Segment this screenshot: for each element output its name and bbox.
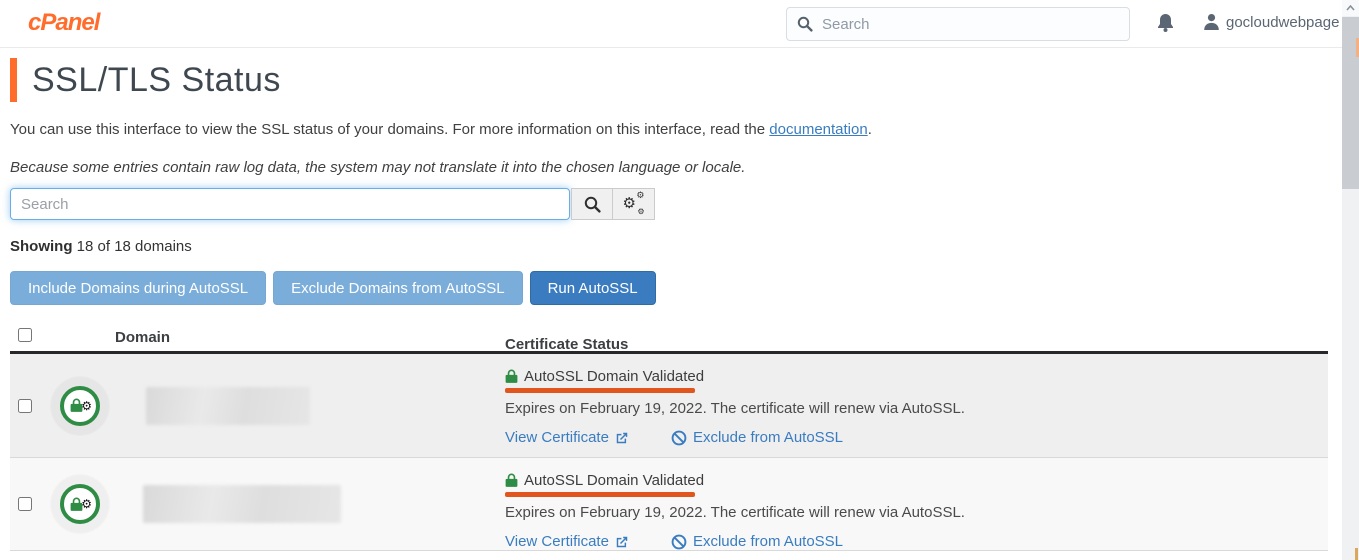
expiry-text: Expires on February 19, 2022. The certif… [505, 504, 965, 521]
exclude-from-autossl-link[interactable]: Exclude from AutoSSL [671, 429, 843, 446]
lock-icon [505, 369, 518, 383]
page-title: SSL/TLS Status [32, 60, 281, 99]
title-accent-bar [10, 58, 17, 102]
domain-filter-group: ⚙⚙⚙ [10, 188, 655, 220]
top-navbar: cPanel gocloudwebpage [0, 0, 1358, 48]
exclude-from-autossl-label: Exclude from AutoSSL [692, 429, 844, 446]
gears-icon: ⚙ ⚙ ⚙ [622, 191, 645, 216]
user-menu[interactable]: gocloudwebpage [1203, 13, 1358, 31]
username-label: gocloudwebpage [1226, 13, 1340, 31]
ban-icon [671, 430, 687, 445]
external-link-icon [616, 432, 628, 443]
exclude-from-autossl-label: Exclude from AutoSSL [692, 533, 844, 550]
run-autossl-button[interactable]: Run AutoSSL [529, 271, 656, 305]
annotation-underline [505, 388, 695, 393]
external-link-icon [616, 536, 628, 547]
filter-search-button[interactable] [571, 188, 613, 220]
view-certificate-label: View Certificate [505, 429, 609, 446]
global-search-input[interactable] [822, 15, 1102, 33]
intro-paragraph: You can use this interface to view the S… [10, 121, 872, 138]
chevron-up-icon [1346, 5, 1355, 11]
search-icon [584, 196, 601, 213]
vertical-scrollbar[interactable] [1342, 0, 1359, 560]
row-checkbox[interactable] [18, 497, 32, 511]
auto-renew-gear-icon: ⚙ [81, 398, 92, 413]
page-heading: SSL/TLS Status [10, 58, 281, 102]
redacted-domain-name [146, 386, 310, 425]
showing-label: Showing [10, 238, 73, 255]
view-certificate-link[interactable]: View Certificate [505, 429, 635, 446]
secured-domain-icon: ⚙ [60, 385, 100, 426]
showing-rest: 18 of 18 domains [72, 238, 192, 255]
autossl-lock-badge: ⚙ [49, 473, 111, 535]
cpanel-logo[interactable]: cPanel [28, 9, 100, 37]
exclude-from-autossl-link[interactable]: Exclude from AutoSSL [671, 533, 843, 550]
user-icon [1204, 14, 1219, 30]
bell-icon [1158, 14, 1173, 32]
documentation-link[interactable]: documentation [769, 121, 867, 138]
column-header-domain: Domain [115, 329, 171, 346]
table-header-row: Domain Certificate Status [10, 324, 1328, 354]
column-header-certificate-status: Certificate Status [505, 335, 629, 353]
annotation-fragment [1355, 548, 1358, 560]
intro-period: . [867, 121, 872, 138]
status-text: AutoSSL Domain Validated [524, 472, 705, 489]
ban-icon [671, 534, 687, 549]
global-search-box[interactable] [786, 7, 1130, 41]
certificate-status: AutoSSL Domain Validated [505, 471, 1328, 490]
domains-table: Domain Certificate Status ⚙ AutoSSL Doma… [10, 324, 1328, 551]
expiry-text: Expires on February 19, 2022. The certif… [505, 400, 965, 417]
redacted-domain-name [143, 485, 341, 523]
autossl-actions: Include Domains during AutoSSL Exclude D… [10, 271, 656, 305]
certificate-status: AutoSSL Domain Validated [505, 367, 1328, 386]
autossl-lock-badge: ⚙ [49, 375, 111, 437]
cpanel-ssl-status-page: cPanel gocloudwebpage SSL/TLS St [0, 0, 1359, 560]
row-checkbox[interactable] [18, 398, 32, 413]
include-domains-button[interactable]: Include Domains during AutoSSL [10, 271, 267, 305]
results-count: Showing 18 of 18 domains [10, 238, 192, 255]
notifications-bell-button[interactable] [1157, 13, 1174, 38]
table-row: ⚙ AutoSSL Domain Validated Expires on Fe… [10, 458, 1328, 551]
filter-settings-button[interactable]: ⚙ ⚙ ⚙ [613, 188, 655, 220]
status-text: AutoSSL Domain Validated [524, 368, 705, 385]
intro-text: You can use this interface to view the S… [10, 121, 770, 138]
domain-filter-input[interactable] [10, 188, 570, 220]
auto-renew-gear-icon: ⚙ [81, 496, 92, 511]
annotation-underline [505, 492, 695, 497]
lock-icon [505, 473, 518, 487]
table-row: ⚙ AutoSSL Domain Validated Expires on Fe… [10, 354, 1328, 458]
scrollbar-up-button[interactable] [1342, 0, 1359, 16]
locale-note: Because some entries contain raw log dat… [10, 159, 746, 176]
view-certificate-label: View Certificate [505, 533, 609, 550]
exclude-domains-button[interactable]: Exclude Domains from AutoSSL [273, 271, 523, 305]
view-certificate-link[interactable]: View Certificate [505, 533, 635, 550]
search-icon [797, 16, 813, 32]
select-all-checkbox[interactable] [18, 328, 32, 342]
secured-domain-icon: ⚙ [60, 484, 100, 524]
